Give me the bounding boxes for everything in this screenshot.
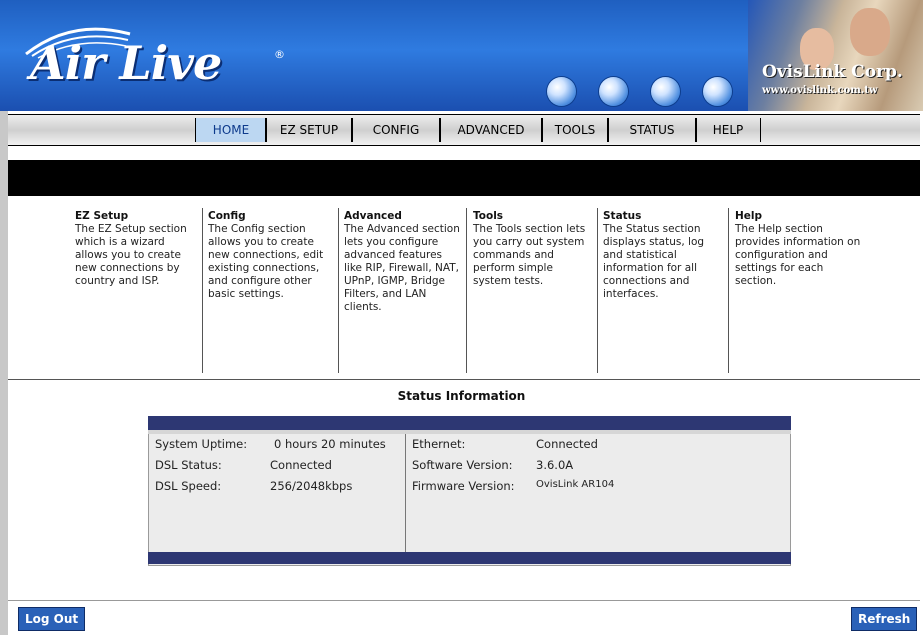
help-text: The EZ Setup section which is a wizard a…	[75, 223, 187, 287]
status-label: DSL Status:	[155, 458, 222, 472]
status-panel-top-bar	[148, 416, 791, 430]
left-frame-edge	[0, 111, 8, 635]
status-label: DSL Speed:	[155, 479, 222, 493]
help-title: Config	[208, 210, 246, 222]
help-help: Help The Help section provides informati…	[735, 210, 865, 288]
globe-icon	[547, 77, 576, 106]
globe-icon	[651, 77, 680, 106]
help-title: Tools	[473, 210, 504, 222]
tab-ez-setup[interactable]: EZ SETUP	[265, 118, 353, 142]
header-banner: Air Live ® OvisLink Corp. www.ovislink.c…	[0, 0, 923, 111]
tab-config[interactable]: CONFIG	[351, 118, 441, 142]
help-text: The Help section provides information on…	[735, 223, 861, 287]
airlive-logo: Air Live	[30, 36, 222, 90]
status-panel-divider	[405, 434, 406, 552]
tab-advanced[interactable]: ADVANCED	[439, 118, 543, 142]
help-title: Status	[603, 210, 642, 222]
help-status: Status The Status section displays statu…	[603, 210, 721, 301]
tab-help[interactable]: HELP	[695, 118, 761, 142]
column-divider	[466, 208, 467, 373]
help-ez-setup: EZ Setup The EZ Setup section which is a…	[75, 210, 195, 288]
status-panel-top-strip	[148, 430, 791, 434]
help-title: EZ Setup	[75, 210, 129, 222]
brand-url: www.ovislink.com.tw	[762, 85, 878, 96]
help-text: The Advanced section lets you configure …	[344, 223, 460, 313]
help-text: The Tools section lets you carry out sys…	[473, 223, 586, 287]
status-value: Connected	[270, 458, 332, 472]
status-label: Software Version:	[412, 458, 513, 472]
status-panel-bottom-bar	[148, 552, 791, 564]
column-divider	[597, 208, 598, 373]
column-divider	[202, 208, 203, 373]
status-label: System Uptime:	[155, 437, 248, 451]
help-text: The Config section allows you to create …	[208, 223, 324, 300]
column-divider	[728, 208, 729, 373]
column-divider	[338, 208, 339, 373]
status-label: Firmware Version:	[412, 479, 515, 493]
help-text: The Status section displays status, log …	[603, 223, 705, 300]
logout-button[interactable]: Log Out	[18, 607, 86, 631]
tab-tools[interactable]: TOOLS	[541, 118, 609, 142]
help-advanced: Advanced The Advanced section lets you c…	[344, 210, 462, 314]
status-value: 256/2048kbps	[270, 479, 353, 493]
help-title: Help	[735, 210, 763, 222]
tab-home[interactable]: HOME	[195, 118, 267, 142]
status-value: OvisLink AR104	[536, 479, 615, 490]
tab-status[interactable]: STATUS	[607, 118, 697, 142]
photo-person	[850, 8, 890, 56]
status-label: Ethernet:	[412, 437, 466, 451]
globe-icon	[703, 77, 732, 106]
section-divider	[8, 379, 920, 380]
status-value: 3.6.0A	[536, 458, 574, 472]
refresh-button[interactable]: Refresh	[851, 607, 918, 631]
status-value: 0 hours 20 minutes	[274, 437, 386, 451]
logo-registered-mark: ®	[274, 48, 285, 61]
status-title: Status Information	[397, 389, 526, 403]
help-tools: Tools The Tools section lets you carry o…	[473, 210, 591, 288]
title-bar	[8, 160, 920, 196]
footer-divider	[8, 600, 920, 601]
status-value: Connected	[536, 437, 598, 451]
help-config: Config The Config section allows you to …	[208, 210, 334, 301]
brand-name: OvisLink Corp.	[762, 62, 903, 82]
help-title: Advanced	[344, 210, 402, 222]
globe-icon	[599, 77, 628, 106]
